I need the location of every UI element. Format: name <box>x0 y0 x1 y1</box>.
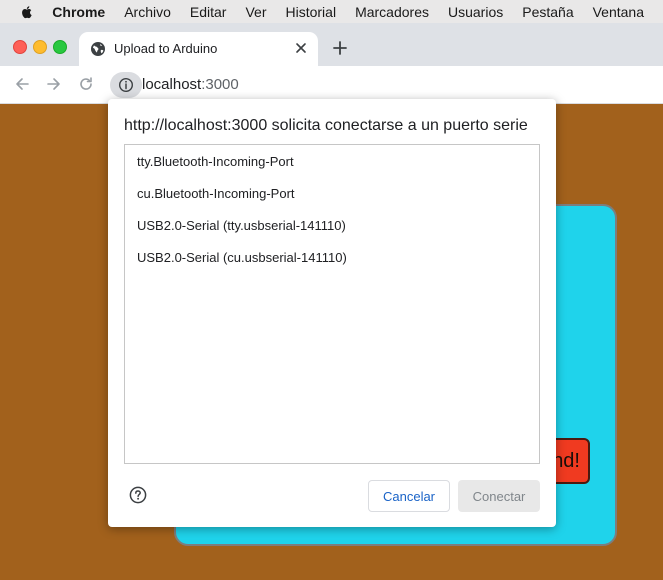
dialog-heading: http://localhost:3000 solicita conectars… <box>124 117 528 134</box>
menu-ventana[interactable]: Ventana <box>593 4 644 20</box>
menu-ver[interactable]: Ver <box>245 4 266 20</box>
url-host: localhost <box>142 76 202 93</box>
menu-app-name[interactable]: Chrome <box>52 4 105 20</box>
list-item[interactable]: USB2.0-Serial (tty.usbserial-141110) <box>137 218 346 233</box>
new-tab-icon[interactable] <box>332 40 348 56</box>
zoom-window-button[interactable] <box>53 40 67 54</box>
globe-icon <box>91 42 105 56</box>
close-tab-icon[interactable] <box>294 41 308 55</box>
list-item[interactable]: USB2.0-Serial (cu.usbserial-141110) <box>137 250 347 265</box>
browser-tab[interactable]: Upload to Arduino <box>79 32 318 66</box>
port-list[interactable]: tty.Bluetooth-Incoming-Port cu.Bluetooth… <box>124 144 540 464</box>
menu-usuarios[interactable]: Usuarios <box>448 4 503 20</box>
url-port: :3000 <box>201 76 239 93</box>
info-icon <box>118 77 134 93</box>
reload-icon[interactable] <box>78 76 94 92</box>
back-arrow-icon[interactable] <box>14 76 30 92</box>
serial-port-dialog: http://localhost:3000 solicita conectars… <box>108 99 556 527</box>
help-icon[interactable] <box>129 486 147 504</box>
address-bar-url[interactable]: localhost:3000 <box>142 76 239 93</box>
forward-arrow-icon[interactable] <box>46 76 62 92</box>
tab-title: Upload to Arduino <box>114 41 218 56</box>
menu-marcadores[interactable]: Marcadores <box>355 4 429 20</box>
connect-button[interactable]: Conectar <box>458 480 540 512</box>
list-item[interactable]: tty.Bluetooth-Incoming-Port <box>137 154 294 169</box>
page-action-label: nd! <box>552 449 580 472</box>
menu-pestana[interactable]: Pestaña <box>522 4 573 20</box>
apple-icon[interactable] <box>20 4 34 20</box>
list-item[interactable]: cu.Bluetooth-Incoming-Port <box>137 186 295 201</box>
cancel-button[interactable]: Cancelar <box>368 480 450 512</box>
menu-bar: Chrome Archivo Editar Ver Historial Marc… <box>0 0 663 23</box>
site-info-button[interactable] <box>110 72 142 98</box>
menu-historial[interactable]: Historial <box>285 4 336 20</box>
menu-archivo[interactable]: Archivo <box>124 4 171 20</box>
menu-editar[interactable]: Editar <box>190 4 227 20</box>
minimize-window-button[interactable] <box>33 40 47 54</box>
close-window-button[interactable] <box>13 40 27 54</box>
